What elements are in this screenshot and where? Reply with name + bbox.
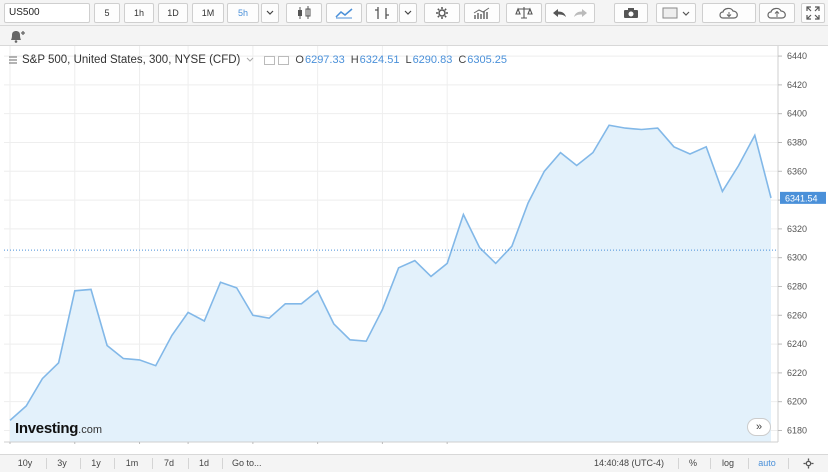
chart-title: S&P 500, United States, 300, NYSE (CFD) [22, 54, 241, 66]
compare-button[interactable] [506, 3, 542, 23]
chevron-down-icon [404, 10, 412, 15]
last-price-label: 6341.54 [785, 193, 818, 203]
eye-toggle-icon[interactable] [264, 55, 276, 65]
y-tick-label: 6320 [787, 224, 807, 234]
low-label: L [405, 54, 412, 66]
compare-icon [515, 7, 533, 19]
logo-domain: .com [78, 424, 102, 436]
indicator-icon [375, 7, 389, 19]
chart-settings-button[interactable] [796, 455, 820, 472]
y-tick-label: 6400 [787, 109, 807, 119]
symbol-input[interactable]: US500 [4, 3, 90, 23]
candlestick-icon [298, 6, 311, 19]
bell-plus-icon [11, 31, 25, 43]
y-tick-label: 6200 [787, 397, 807, 407]
drawing-rect-icon [662, 7, 690, 19]
divider [46, 458, 47, 469]
y-tick-label: 6280 [787, 281, 807, 291]
log-scale-button[interactable]: log [714, 455, 742, 472]
chevron-down-icon [266, 10, 274, 15]
range-3y-button[interactable]: 3y [50, 455, 74, 472]
line-chart-button[interactable] [326, 3, 362, 23]
chart-legend: S&P 500, United States, 300, NYSE (CFD) … [8, 53, 507, 67]
range-10y-button[interactable]: 10y [10, 455, 40, 472]
divider [152, 458, 153, 469]
y-tick-label: 6180 [787, 425, 807, 435]
settings-icon [436, 7, 448, 19]
fullscreen-button[interactable] [801, 3, 825, 23]
screenshot-button[interactable] [614, 3, 648, 23]
bar-chart-icon [473, 7, 490, 19]
line-chart-icon [335, 8, 353, 19]
indicator-dropdown-button[interactable] [399, 3, 417, 23]
cloud-download-button[interactable] [702, 3, 756, 23]
y-tick-label: 6360 [787, 166, 807, 176]
current-time: 14:40:48 (UTC-4) [593, 458, 665, 468]
divider [678, 458, 679, 469]
open-value: 6297.33 [304, 54, 345, 66]
divider [222, 458, 223, 469]
redo-icon [574, 9, 587, 17]
auto-scale-button[interactable]: auto [752, 455, 782, 472]
range-1m-button[interactable]: 1m [118, 455, 146, 472]
y-tick-label: 6380 [787, 137, 807, 147]
legend-toggles[interactable] [264, 55, 290, 65]
y-tick-label: 6260 [787, 310, 807, 320]
interval-1d-button[interactable]: 1D [158, 3, 188, 23]
interval-5h-button[interactable]: 5h [227, 3, 259, 23]
drawing-button[interactable] [656, 3, 696, 23]
divider [788, 458, 789, 469]
undo-icon [553, 9, 566, 17]
secondary-toolbar [0, 26, 828, 46]
cloud-upload-button[interactable] [759, 3, 795, 23]
high-value: 6324.51 [359, 54, 400, 66]
investing-logo: Investing.com [15, 420, 102, 437]
gear-icon [803, 458, 813, 469]
divider [188, 458, 189, 469]
close-label: C [458, 54, 467, 66]
low-value: 6290.83 [412, 54, 453, 66]
interval-dropdown-button[interactable] [261, 3, 279, 23]
studies-button[interactable] [464, 3, 500, 23]
fullscreen-icon [806, 6, 820, 20]
interval-5-button[interactable]: 5 [94, 3, 120, 23]
y-tick-label: 6420 [787, 80, 807, 90]
settings-button[interactable] [424, 3, 460, 23]
undo-redo-group [545, 3, 595, 23]
close-value: 6305.25 [467, 54, 508, 66]
candlestick-button[interactable] [286, 3, 322, 23]
open-label: O [295, 54, 304, 66]
range-7d-button[interactable]: 7d [156, 455, 182, 472]
bottom-bar: 10y 3y 1y 1m 7d 1d Go to... 14:40:48 (UT… [0, 454, 828, 472]
high-label: H [350, 54, 359, 66]
logo-brand: Investing [15, 420, 79, 437]
indicator-button[interactable] [366, 3, 398, 23]
camera-icon [624, 8, 638, 18]
goto-date-button[interactable]: Go to... [226, 455, 276, 472]
divider [710, 458, 711, 469]
menu-icon[interactable] [8, 55, 18, 65]
range-1d-button[interactable]: 1d [192, 455, 216, 472]
divider [748, 458, 749, 469]
cloud-upload-icon [767, 7, 786, 19]
add-alert-button[interactable] [5, 28, 29, 44]
chart-frame: 6180620062206240626062806300632063406360… [0, 46, 828, 444]
undo-redo-icons [553, 9, 587, 17]
y-tick-label: 6240 [787, 339, 807, 349]
settings-toggle-icon[interactable] [278, 55, 290, 65]
y-tick-label: 6300 [787, 253, 807, 263]
top-toolbar: US500 5 1h 1D 1M 5h [0, 0, 828, 26]
range-1y-button[interactable]: 1y [84, 455, 108, 472]
y-tick-label: 6220 [787, 368, 807, 378]
cloud-download-icon [719, 7, 738, 19]
divider [114, 458, 115, 469]
interval-1m-button[interactable]: 1M [192, 3, 224, 23]
percent-scale-button[interactable]: % [682, 455, 704, 472]
scroll-to-latest-button[interactable]: » [747, 418, 771, 436]
y-tick-label: 6440 [787, 51, 807, 61]
price-chart[interactable]: 6180620062206240626062806300632063406360… [0, 46, 828, 444]
interval-1h-button[interactable]: 1h [124, 3, 154, 23]
divider [80, 458, 81, 469]
chevron-down-icon[interactable] [246, 57, 254, 63]
